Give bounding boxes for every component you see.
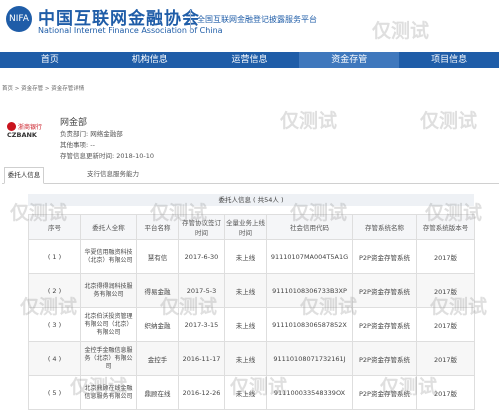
nav-institutions[interactable]: 机构信息 [100, 52, 200, 68]
header-divider [190, 10, 191, 32]
cell-online: 未上线 [224, 375, 267, 410]
cell-sign-date: 2016-12-26 [178, 375, 225, 410]
cell-system: P2P资金存管系统 [352, 341, 417, 376]
cell-system: P2P资金存管系统 [352, 273, 417, 308]
cell-credit-code: 91110108071732161J [266, 341, 353, 376]
cell-no: ( 4 ) [28, 341, 81, 376]
cell-sign-date: 2017-5-3 [178, 273, 225, 308]
bank-logo: 浙商银行 CZBANK [7, 122, 42, 139]
detail-tabs: 委托人信息 支行信息服务能力 [2, 167, 499, 184]
table-row[interactable]: ( 5 ) 北京鼎顾在线金融信息服务有限公司 鼎顾在线 2016-12-26 未… [28, 375, 475, 410]
watermark-text: 仅测试 [420, 110, 478, 132]
cell-no: ( 3 ) [28, 307, 81, 342]
bank-logo-icon [7, 122, 16, 131]
cell-credit-code: 911100033548339OX [266, 375, 353, 410]
nav-projects[interactable]: 项目信息 [399, 52, 499, 68]
agency-count-header: 委托人信息 ( 共54人 ) [28, 194, 474, 206]
cell-version: 2017版 [416, 239, 475, 274]
table-row[interactable]: ( 4 ) 金控手金融信息服务（北京）有限公司 金控手 2016-11-17 未… [28, 341, 475, 376]
institution-other: 其他事项: -- [60, 141, 95, 149]
col-header-name: 委托人全称 [80, 214, 137, 240]
cell-online: 未上线 [224, 273, 267, 308]
cell-sign-date: 2017-6-30 [178, 239, 225, 274]
cell-no: ( 5 ) [28, 375, 81, 410]
cell-name: 北京得得润科技服务有限公司 [80, 273, 137, 308]
institution-department: 负责部门: 网络金融部 [60, 130, 123, 138]
tab-branch-capacity[interactable]: 支行信息服务能力 [78, 167, 148, 182]
cell-sign-date: 2017-3-15 [178, 307, 225, 342]
cell-no: ( 2 ) [28, 273, 81, 308]
cell-platform: 慧有信 [136, 239, 179, 274]
nav-operations[interactable]: 运营信息 [200, 52, 300, 68]
cell-platform: 鼎顾在线 [136, 375, 179, 410]
cell-platform: 织纳金融 [136, 307, 179, 342]
cell-name: 金控手金融信息服务（北京）有限公司 [80, 341, 137, 376]
institution-info: 网金部 负责部门: 网络金融部 其他事项: -- 存管信息更新时间: 2018-… [60, 118, 154, 162]
col-header-system: 存管系统名称 [352, 214, 417, 240]
table-row[interactable]: ( 1 ) 华夏信用融资科技（北京）有限公司 慧有信 2017-6-30 未上线… [28, 239, 475, 274]
nav-home[interactable]: 首页 [0, 52, 100, 68]
col-header-platform: 平台名称 [136, 214, 179, 240]
col-header-sign-date: 存管协议签订时间 [178, 214, 225, 240]
cell-credit-code: 91110107MA004T5A1G [266, 239, 353, 274]
table-row[interactable]: ( 2 ) 北京得得润科技服务有限公司 得易金融 2017-5-3 未上线 91… [28, 273, 475, 308]
cell-name: 北京伯沃投资管理有限公司（北京）有限公司 [80, 307, 137, 342]
agency-table: 序号 委托人全称 平台名称 存管协议签订时间 全量业务上线时间 社会信用代码 存… [28, 214, 475, 410]
col-header-online-date: 全量业务上线时间 [224, 214, 267, 240]
cell-online: 未上线 [224, 239, 267, 274]
col-header-no: 序号 [28, 214, 81, 240]
table-row[interactable]: ( 3 ) 北京伯沃投资管理有限公司（北京）有限公司 织纳金融 2017-3-1… [28, 307, 475, 342]
watermark-text: 仅测试 [280, 110, 338, 132]
nifa-logo-icon[interactable]: NIFA [6, 6, 32, 32]
table-header-row: 序号 委托人全称 平台名称 存管协议签订时间 全量业务上线时间 社会信用代码 存… [28, 214, 475, 240]
cell-system: P2P资金存管系统 [352, 375, 417, 410]
site-slogan: 全国互联网金融登记披露服务平台 [197, 15, 317, 24]
col-header-credit-code: 社会信用代码 [266, 214, 353, 240]
breadcrumb[interactable]: 首页 > 资金存管 > 资金存管详情 [2, 84, 84, 92]
nav-fund-custody[interactable]: 资金存管 [299, 52, 400, 68]
cell-no: ( 1 ) [28, 239, 81, 274]
tab-agency-info[interactable]: 委托人信息 [4, 167, 44, 184]
institution-name: 网金部 [60, 118, 88, 128]
cell-online: 未上线 [224, 307, 267, 342]
cell-platform: 得易金融 [136, 273, 179, 308]
bank-logo-cn: 浙商银行 [18, 124, 43, 131]
cell-name: 华夏信用融资科技（北京）有限公司 [80, 239, 137, 274]
cell-version: 2017版 [416, 307, 475, 342]
cell-sign-date: 2016-11-17 [178, 341, 225, 376]
cell-credit-code: 91110108306587852X [266, 307, 353, 342]
site-header: NIFA 中国互联网金融协会 National Internet Finance… [0, 0, 499, 52]
cell-system: P2P资金存管系统 [352, 239, 417, 274]
cell-credit-code: 91110108306733B3XP [266, 273, 353, 308]
main-nav: 首页 机构信息 运营信息 资金存管 项目信息 [0, 52, 499, 68]
site-title-en: National Internet Finance Association of… [38, 26, 223, 35]
cell-name: 北京鼎顾在线金融信息服务有限公司 [80, 375, 137, 410]
cell-version: 2017版 [416, 341, 475, 376]
col-header-version: 存管系统版本号 [416, 214, 475, 240]
cell-online: 未上线 [224, 341, 267, 376]
cell-platform: 金控手 [136, 341, 179, 376]
cell-system: P2P资金存管系统 [352, 307, 417, 342]
cell-version: 2017版 [416, 273, 475, 308]
institution-updated: 存管信息更新时间: 2018-10-10 [60, 152, 155, 160]
cell-version: 2017版 [416, 375, 475, 410]
bank-logo-en: CZBANK [7, 131, 37, 139]
